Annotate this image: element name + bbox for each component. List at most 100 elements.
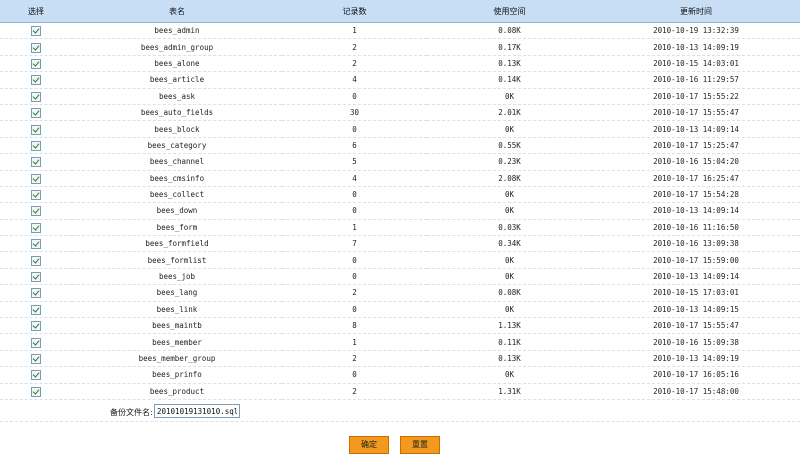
- header-space-used: 使用空间: [427, 0, 592, 23]
- cell-table-name: bees_maintb: [72, 317, 282, 335]
- table-row: bees_product 2 1.31K 2010-10-17 15:48:00: [0, 383, 800, 400]
- table-row: bees_auto_fields 30 2.01K 2010-10-17 15:55:…: [0, 104, 800, 122]
- cell-table-name: bees_job: [72, 268, 282, 286]
- cell-space-used: 0.13K: [427, 55, 592, 73]
- cell-update-time: 2010-10-16 15:04:20: [592, 153, 800, 171]
- cell-update-time: 2010-10-13 14:09:14: [592, 120, 800, 138]
- cell-record-count: 8: [282, 317, 427, 335]
- row-checkbox[interactable]: [31, 190, 41, 201]
- row-checkbox[interactable]: [31, 42, 41, 53]
- table-row: bees_admin 1 0.08K 2010-10-19 13:32:39: [0, 22, 800, 40]
- cell-record-count: 6: [282, 137, 427, 155]
- cell-update-time: 2010-10-13 14:09:14: [592, 202, 800, 220]
- cell-space-used: 0K: [427, 301, 592, 319]
- cell-space-used: 2.08K: [427, 170, 592, 187]
- header-table-name: 表名: [72, 0, 282, 23]
- cell-space-used: 0.13K: [427, 350, 592, 368]
- row-checkbox[interactable]: [31, 91, 41, 102]
- cell-space-used: 0.14K: [427, 71, 592, 89]
- cell-record-count: 0: [282, 186, 427, 204]
- table-body: bees_admin 1 0.08K 2010-10-19 13:32:39 bees_…: [0, 22, 800, 400]
- row-checkbox[interactable]: [31, 26, 41, 37]
- row-checkbox[interactable]: [31, 58, 41, 69]
- cell-table-name: bees_member_group: [72, 350, 282, 368]
- row-checkbox[interactable]: [31, 321, 41, 332]
- row-checkbox[interactable]: [31, 108, 41, 119]
- cell-table-name: bees_formlist: [72, 251, 282, 269]
- cell-table-name: bees_member: [72, 333, 282, 351]
- row-checkbox[interactable]: [31, 386, 41, 397]
- cell-space-used: 0K: [427, 251, 592, 269]
- cell-table-name: bees_block: [72, 120, 282, 138]
- row-checkbox[interactable]: [31, 354, 41, 364]
- table-row: bees_channel 5 0.23K 2010-10-16 15:04:20: [0, 153, 800, 171]
- row-checkbox[interactable]: [31, 75, 41, 86]
- cell-space-used: 0.08K: [427, 22, 592, 40]
- cell-space-used: 2.01K: [427, 104, 592, 122]
- row-checkbox[interactable]: [31, 206, 41, 217]
- row-checkbox[interactable]: [31, 173, 41, 184]
- cell-record-count: 4: [282, 71, 427, 89]
- header-update-time: 更新时间: [592, 0, 800, 23]
- cell-space-used: 1.31K: [427, 383, 592, 400]
- cell-record-count: 0: [282, 268, 427, 286]
- table-row: bees_category 6 0.55K 2010-10-17 15:25:47: [0, 137, 800, 155]
- cell-record-count: 0: [282, 251, 427, 269]
- reset-button[interactable]: 重置: [400, 436, 440, 454]
- cell-space-used: 0K: [427, 120, 592, 138]
- cell-space-used: 0.11K: [427, 333, 592, 351]
- row-checkbox[interactable]: [31, 370, 41, 381]
- header-select: 选择: [0, 0, 72, 23]
- confirm-button[interactable]: 确定: [349, 436, 389, 454]
- table-header-row: 选择 表名 记录数 使用空间 更新时间: [0, 0, 800, 23]
- cell-update-time: 2010-10-17 15:54:28: [592, 186, 800, 204]
- cell-record-count: 2: [282, 38, 427, 56]
- cell-update-time: 2010-10-17 15:48:00: [592, 383, 800, 400]
- cell-table-name: bees_cmsinfo: [72, 170, 282, 187]
- cell-update-time: 2010-10-13 14:09:15: [592, 301, 800, 319]
- cell-update-time: 2010-10-16 11:29:57: [592, 71, 800, 89]
- cell-space-used: 0.03K: [427, 219, 592, 237]
- row-checkbox[interactable]: [31, 304, 41, 315]
- cell-table-name: bees_form: [72, 219, 282, 237]
- cell-table-name: bees_collect: [72, 186, 282, 204]
- table-row: bees_member 1 0.11K 2010-10-16 15:09:38: [0, 333, 800, 351]
- cell-table-name: bees_formfield: [72, 235, 282, 253]
- cell-table-name: bees_prinfo: [72, 366, 282, 384]
- cell-update-time: 2010-10-16 11:16:50: [592, 219, 800, 237]
- cell-update-time: 2010-10-15 17:03:01: [592, 284, 800, 302]
- cell-record-count: 7: [282, 235, 427, 253]
- row-checkbox[interactable]: [31, 124, 41, 135]
- row-checkbox[interactable]: [31, 272, 41, 283]
- row-checkbox[interactable]: [31, 222, 41, 233]
- cell-record-count: 2: [282, 383, 427, 400]
- cell-record-count: 0: [282, 301, 427, 319]
- table-row: bees_job 0 0K 2010-10-13 14:09:14: [0, 268, 800, 286]
- row-checkbox[interactable]: [31, 140, 41, 151]
- table-row: bees_cmsinfo 4 2.08K 2010-10-17 16:25:47: [0, 170, 800, 187]
- cell-table-name: bees_article: [72, 71, 282, 89]
- cell-table-name: bees_category: [72, 137, 282, 155]
- row-checkbox[interactable]: [31, 157, 41, 168]
- row-checkbox[interactable]: [31, 255, 41, 266]
- backup-filename-row: 备份文件名:: [0, 403, 800, 422]
- cell-record-count: 2: [282, 55, 427, 73]
- cell-space-used: 0K: [427, 366, 592, 384]
- cell-space-used: 0.23K: [427, 153, 592, 171]
- row-checkbox[interactable]: [31, 239, 41, 250]
- cell-record-count: 0: [282, 120, 427, 138]
- table-row: bees_down 0 0K 2010-10-13 14:09:14: [0, 202, 800, 220]
- backup-filename-input[interactable]: [154, 404, 240, 418]
- row-checkbox[interactable]: [31, 288, 41, 299]
- table-row: bees_ask 0 0K 2010-10-17 15:55:22: [0, 88, 800, 105]
- cell-space-used: 1.13K: [427, 317, 592, 335]
- cell-space-used: 0.34K: [427, 235, 592, 253]
- cell-space-used: 0K: [427, 88, 592, 105]
- cell-record-count: 1: [282, 333, 427, 351]
- cell-table-name: bees_lang: [72, 284, 282, 302]
- cell-table-name: bees_channel: [72, 153, 282, 171]
- cell-space-used: 0.17K: [427, 38, 592, 56]
- cell-record-count: 4: [282, 170, 427, 187]
- table-row: bees_prinfo 0 0K 2010-10-17 16:05:16: [0, 366, 800, 384]
- row-checkbox[interactable]: [31, 337, 41, 348]
